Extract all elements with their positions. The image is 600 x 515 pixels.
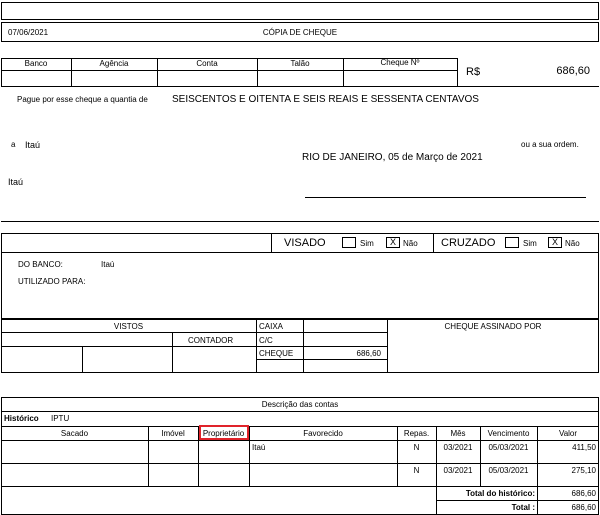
historico-label: Histórico: [4, 414, 39, 423]
col-conta: Conta: [196, 59, 218, 68]
payee-name: Itaú: [25, 140, 41, 150]
cheque-value: 686,60: [356, 349, 381, 358]
divider: [271, 233, 272, 252]
col-vencimento: Vencimento: [487, 429, 530, 438]
divider: [303, 319, 304, 373]
check-amount: 686,60: [556, 65, 590, 77]
total-label: Total :: [511, 503, 535, 512]
divider: [172, 332, 173, 373]
divider: [436, 500, 599, 501]
pay-label: Pague por esse cheque a quantia de: [17, 95, 148, 104]
col-valor: Valor: [558, 429, 578, 438]
contador-label: CONTADOR: [188, 336, 234, 345]
row-1-mes: 03/2021: [443, 443, 473, 452]
divider: [256, 346, 387, 347]
bank-name: Itaú: [8, 177, 24, 187]
do-banco-value: Itaú: [101, 260, 115, 269]
cheque-assinado-label: CHEQUE ASSINADO POR: [444, 322, 542, 331]
proprietario-highlight: [199, 425, 249, 440]
divider: [1, 70, 458, 71]
row-1-repas: N: [413, 443, 420, 452]
amount-in-words: SEISCENTOS E OITENTA E SEIS REAIS E SESS…: [172, 94, 479, 105]
divider: [1, 486, 599, 487]
divider: [82, 346, 83, 373]
document-title: CÓPIA DE CHEQUE: [262, 28, 338, 37]
col-talao: Talão: [290, 59, 310, 68]
col-mes: Mês: [450, 429, 466, 438]
visado-sim-label: Sim: [360, 239, 374, 248]
divider: [1, 346, 256, 347]
row-2-valor: 275,10: [571, 466, 596, 475]
divider: [1, 332, 387, 333]
cc-label: C/C: [259, 336, 273, 345]
contas-title: Descrição das contas: [261, 400, 339, 409]
to-prefix: a: [11, 140, 16, 149]
utilizado-label: UTILIZADO PARA:: [18, 277, 86, 286]
col-sacado: Sacado: [60, 429, 89, 438]
row-2-vencimento: 05/03/2021: [488, 466, 529, 475]
cruzado-nao-label: Não: [565, 239, 580, 248]
total-historico-value: 686,60: [571, 489, 596, 498]
divider: [1, 440, 599, 441]
currency-symbol: R$: [466, 66, 481, 78]
divider: [433, 233, 434, 252]
order-label: ou a sua ordem.: [521, 140, 579, 149]
col-imovel: Imóvel: [161, 429, 185, 438]
total-historico-label: Total do histórico:: [465, 489, 535, 498]
divider: [1, 426, 599, 427]
row-1-valor: 411,50: [572, 443, 596, 452]
vistos-label: VISTOS: [113, 322, 144, 331]
col-cheque-numero: Cheque Nº: [380, 58, 420, 67]
col-favorecido: Favorecido: [303, 429, 343, 438]
divider: [1, 252, 599, 253]
cruzado-nao-checkbox: X: [548, 237, 562, 248]
caixa-label: CAIXA: [259, 322, 284, 331]
visado-sim-checkbox: [342, 237, 356, 248]
do-banco-label: DO BANCO:: [18, 260, 63, 269]
cheque-label: CHEQUE: [259, 349, 294, 358]
top-bar: [1, 2, 599, 20]
col-banco: Banco: [24, 59, 48, 68]
divider: [1, 411, 599, 412]
visado-label: VISADO: [284, 237, 326, 249]
col-repas: Repas.: [403, 429, 430, 438]
row-2-mes: 03/2021: [443, 466, 473, 475]
row-1-favorecido: Itaú: [252, 443, 266, 452]
visado-nao-checkbox: X: [386, 237, 400, 248]
cruzado-label: CRUZADO: [441, 237, 496, 249]
total-value: 686,60: [571, 503, 596, 512]
divider: [256, 319, 257, 373]
divider: [1, 86, 599, 87]
divider: [1, 221, 599, 222]
signature-line: [305, 197, 586, 198]
cruzado-sim-checkbox: [505, 237, 519, 248]
place-date: RIO DE JANEIRO, 05 de Março de 2021: [302, 152, 483, 163]
divider: [256, 359, 387, 360]
visado-nao-label: Não: [403, 239, 418, 248]
row-1-vencimento: 05/03/2021: [488, 443, 529, 452]
historico-value: IPTU: [51, 414, 70, 423]
divider: [1, 463, 599, 464]
divider: [457, 58, 458, 86]
col-agencia: Agência: [99, 59, 129, 68]
row-2-repas: N: [413, 466, 420, 475]
document-date: 07/06/2021: [8, 28, 49, 37]
cruzado-sim-label: Sim: [523, 239, 537, 248]
